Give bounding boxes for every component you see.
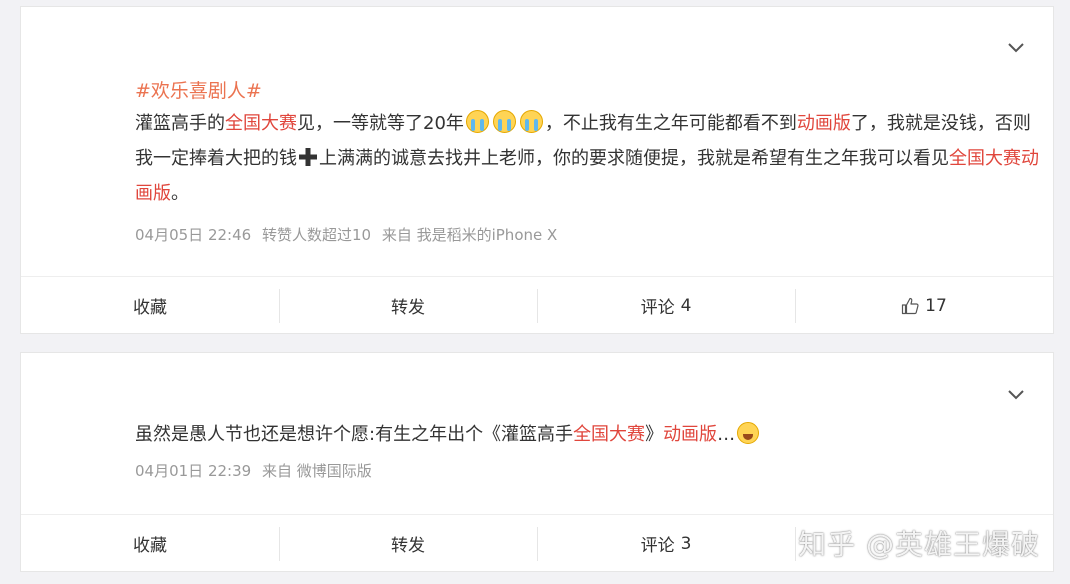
post-link-national-tournament[interactable]: 全国大赛 [225, 113, 297, 134]
repost-button[interactable]: 转发 [279, 277, 537, 334]
laughing-face-emoji [737, 422, 760, 444]
comment-label: 评论 [640, 536, 675, 556]
favorite-label: 收藏 [133, 298, 167, 318]
like-button[interactable]: 17 [795, 277, 1053, 334]
comment-count: 4 [680, 295, 692, 316]
post-meta: 04月05日 22:46 转赞人数超过10 来自 我是稻米的iPhone X [135, 224, 563, 245]
post-link-national-tournament[interactable]: 全国大赛 [573, 424, 645, 445]
crying-face-emoji [465, 110, 489, 133]
post-link-anime-version[interactable]: 动画版 [663, 424, 717, 445]
post-text: 虽然是愚人节也还是想许个愿:有生之年出个《灌篮高手 [135, 424, 574, 445]
favorite-label: 收藏 [133, 536, 167, 556]
favorite-button[interactable]: 收藏 [21, 515, 279, 572]
post-text: ，不止我有生之年可能都看不到 [544, 113, 797, 134]
repost-button[interactable]: 转发 [279, 515, 537, 572]
repost-info: 转赞人数超过10 [261, 226, 372, 244]
post-text: 》 [645, 424, 664, 445]
post-text: … [717, 424, 736, 445]
chevron-down-icon[interactable] [1007, 389, 1025, 401]
comment-count: 3 [680, 533, 692, 554]
post-timestamp[interactable]: 04月01日 22:39 [135, 462, 251, 480]
favorite-button[interactable]: 收藏 [21, 277, 279, 334]
post-meta: 04月01日 22:39 来自 微博国际版 [135, 460, 378, 481]
topic-hashtag[interactable]: #欢乐喜剧人# [135, 76, 262, 103]
action-bar: 收藏 转发 评论 4 17 [21, 276, 1053, 334]
post-link-anime-version[interactable]: 动画版 [797, 113, 851, 134]
repost-label: 转发 [391, 298, 425, 318]
comment-label: 评论 [640, 298, 675, 318]
thumbs-up-icon [902, 297, 919, 314]
post-text: 上满满的诚意去找井上老师，你的要求随便提，我就是希望有生之年我可以看见 [319, 148, 949, 169]
post-source: 来自 我是稻米的iPhone X [381, 226, 558, 244]
post-text: 灌篮高手的 [135, 113, 225, 134]
post-text: 见，一等就等了20年 [297, 113, 464, 134]
comment-button[interactable]: 评论 4 [537, 277, 795, 334]
comment-button[interactable]: 评论 3 [537, 515, 795, 572]
post-source: 来自 微博国际版 [261, 462, 372, 480]
post-content: 灌篮高手的全国大赛见，一等就等了20年 ，不止我有生之年可能都看不到动画版了，我就… [135, 106, 1045, 211]
crying-face-emoji [492, 110, 516, 133]
post-timestamp[interactable]: 04月05日 22:46 [135, 226, 251, 244]
repost-label: 转发 [391, 536, 425, 556]
post-content: 虽然是愚人节也还是想许个愿:有生之年出个《灌篮高手全国大赛》动画版… [135, 417, 1045, 452]
crying-face-emoji [519, 110, 543, 133]
watermark: 知乎 @英雄王爆破 [798, 528, 1040, 561]
post-card: #欢乐喜剧人# 灌篮高手的全国大赛见，一等就等了20年 ，不止我有生之年可能都看不… [20, 6, 1054, 334]
post-text: 。 [171, 183, 189, 204]
chevron-down-icon[interactable] [1007, 42, 1025, 54]
heavy-plus-emoji [299, 148, 317, 166]
like-count: 17 [925, 295, 947, 316]
